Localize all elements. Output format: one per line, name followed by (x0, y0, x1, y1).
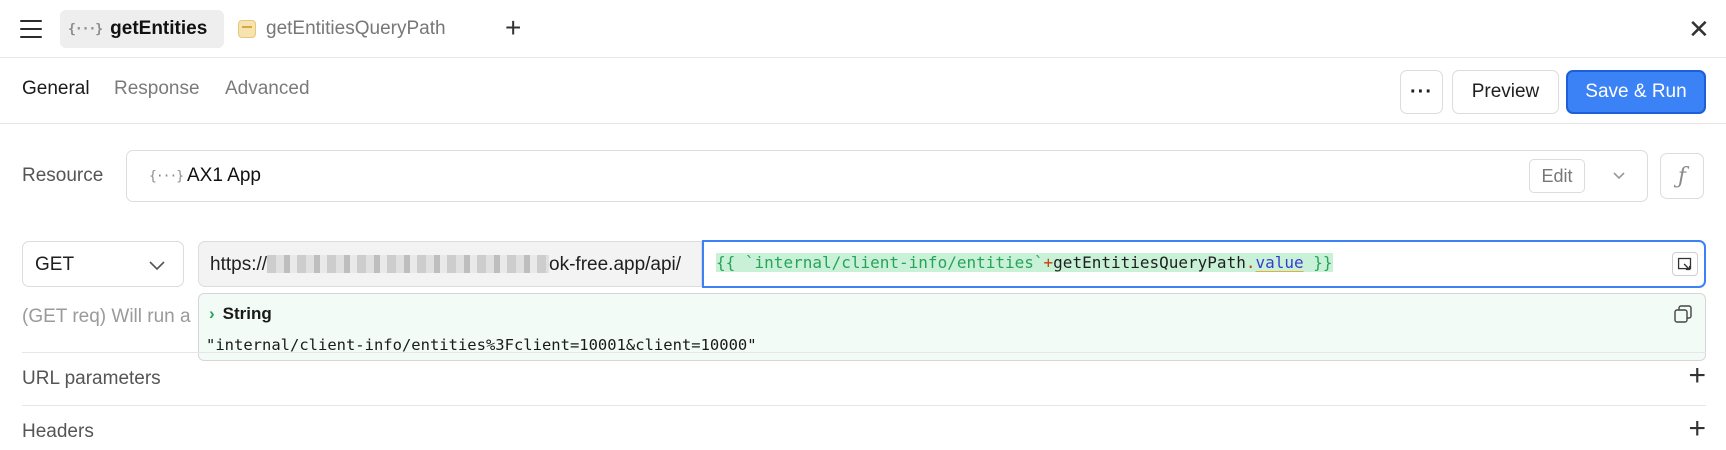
template-operator: + (1043, 253, 1054, 272)
template-string: `internal/client-info/entities` (744, 253, 1044, 272)
eval-type-label: String (222, 304, 272, 323)
url-path-input[interactable]: {{ `internal/client-info/entities`+getEn… (702, 240, 1706, 288)
close-icon[interactable]: ✕ (1688, 14, 1710, 44)
section-label: URL parameters (22, 368, 161, 389)
template-open: {{ (716, 253, 736, 272)
braces-icon: {···} (68, 21, 103, 37)
query-tab-bar: {···} getEntities getEntitiesQueryPath +… (0, 0, 1726, 58)
variable-icon (238, 20, 256, 38)
more-options-button[interactable]: ··· (1400, 70, 1443, 114)
headers-section[interactable]: Headers + (22, 405, 1706, 450)
redacted-host (267, 255, 550, 273)
add-url-parameter-button[interactable]: + (1688, 361, 1706, 391)
save-run-button[interactable]: Save & Run (1566, 70, 1706, 114)
expand-editor-icon[interactable] (1672, 252, 1698, 276)
method-value: GET (35, 254, 75, 275)
resource-name: AX1 App (187, 165, 261, 186)
tab-advanced[interactable]: Advanced (225, 78, 310, 100)
resource-label: Resource (22, 165, 104, 186)
eval-type-toggle[interactable]: › String (209, 304, 272, 324)
http-method-select[interactable]: GET (22, 241, 184, 287)
editor-toolbar: General Response Advanced ··· Preview Sa… (0, 58, 1726, 124)
edit-resource-button[interactable]: Edit (1529, 159, 1585, 193)
section-label: Headers (22, 421, 94, 442)
tab-getentitiesquerypath[interactable]: getEntitiesQueryPath (230, 10, 456, 48)
chevron-down-icon[interactable] (1609, 165, 1629, 185)
chevron-right-icon: › (209, 304, 215, 323)
tab-general[interactable]: General (22, 78, 90, 100)
tab-label: getEntitiesQueryPath (266, 18, 446, 39)
chevron-down-icon (149, 261, 165, 271)
tab-response[interactable]: Response (114, 78, 200, 100)
template-close: }} (1313, 253, 1333, 272)
base-url-prefix: https:// ok-free.app/api/ (198, 241, 702, 287)
template-identifier: getEntitiesQueryPath (1053, 253, 1246, 272)
add-tab-button[interactable]: + (505, 13, 521, 43)
url-prefix-start: https:// (210, 254, 268, 275)
resource-select[interactable]: {···} AX1 App Edit (126, 150, 1648, 202)
add-header-button[interactable]: + (1688, 414, 1706, 444)
method-hint-text: (GET req) Will run a (22, 306, 191, 327)
tab-getentities[interactable]: {···} getEntities (60, 10, 224, 48)
copy-icon[interactable] (1673, 304, 1693, 324)
function-toggle-button[interactable]: ƒ (1660, 153, 1704, 199)
tab-label: getEntities (110, 18, 208, 39)
preview-button[interactable]: Preview (1452, 70, 1559, 114)
braces-icon: {···} (149, 169, 184, 184)
menu-icon[interactable] (20, 20, 42, 38)
url-prefix-end: ok-free.app/api/ (549, 254, 682, 275)
template-property: value (1255, 253, 1304, 272)
evaluated-value-popover: › String "internal/client-info/entities%… (198, 293, 1706, 361)
url-parameters-section[interactable]: URL parameters + (22, 352, 1706, 406)
